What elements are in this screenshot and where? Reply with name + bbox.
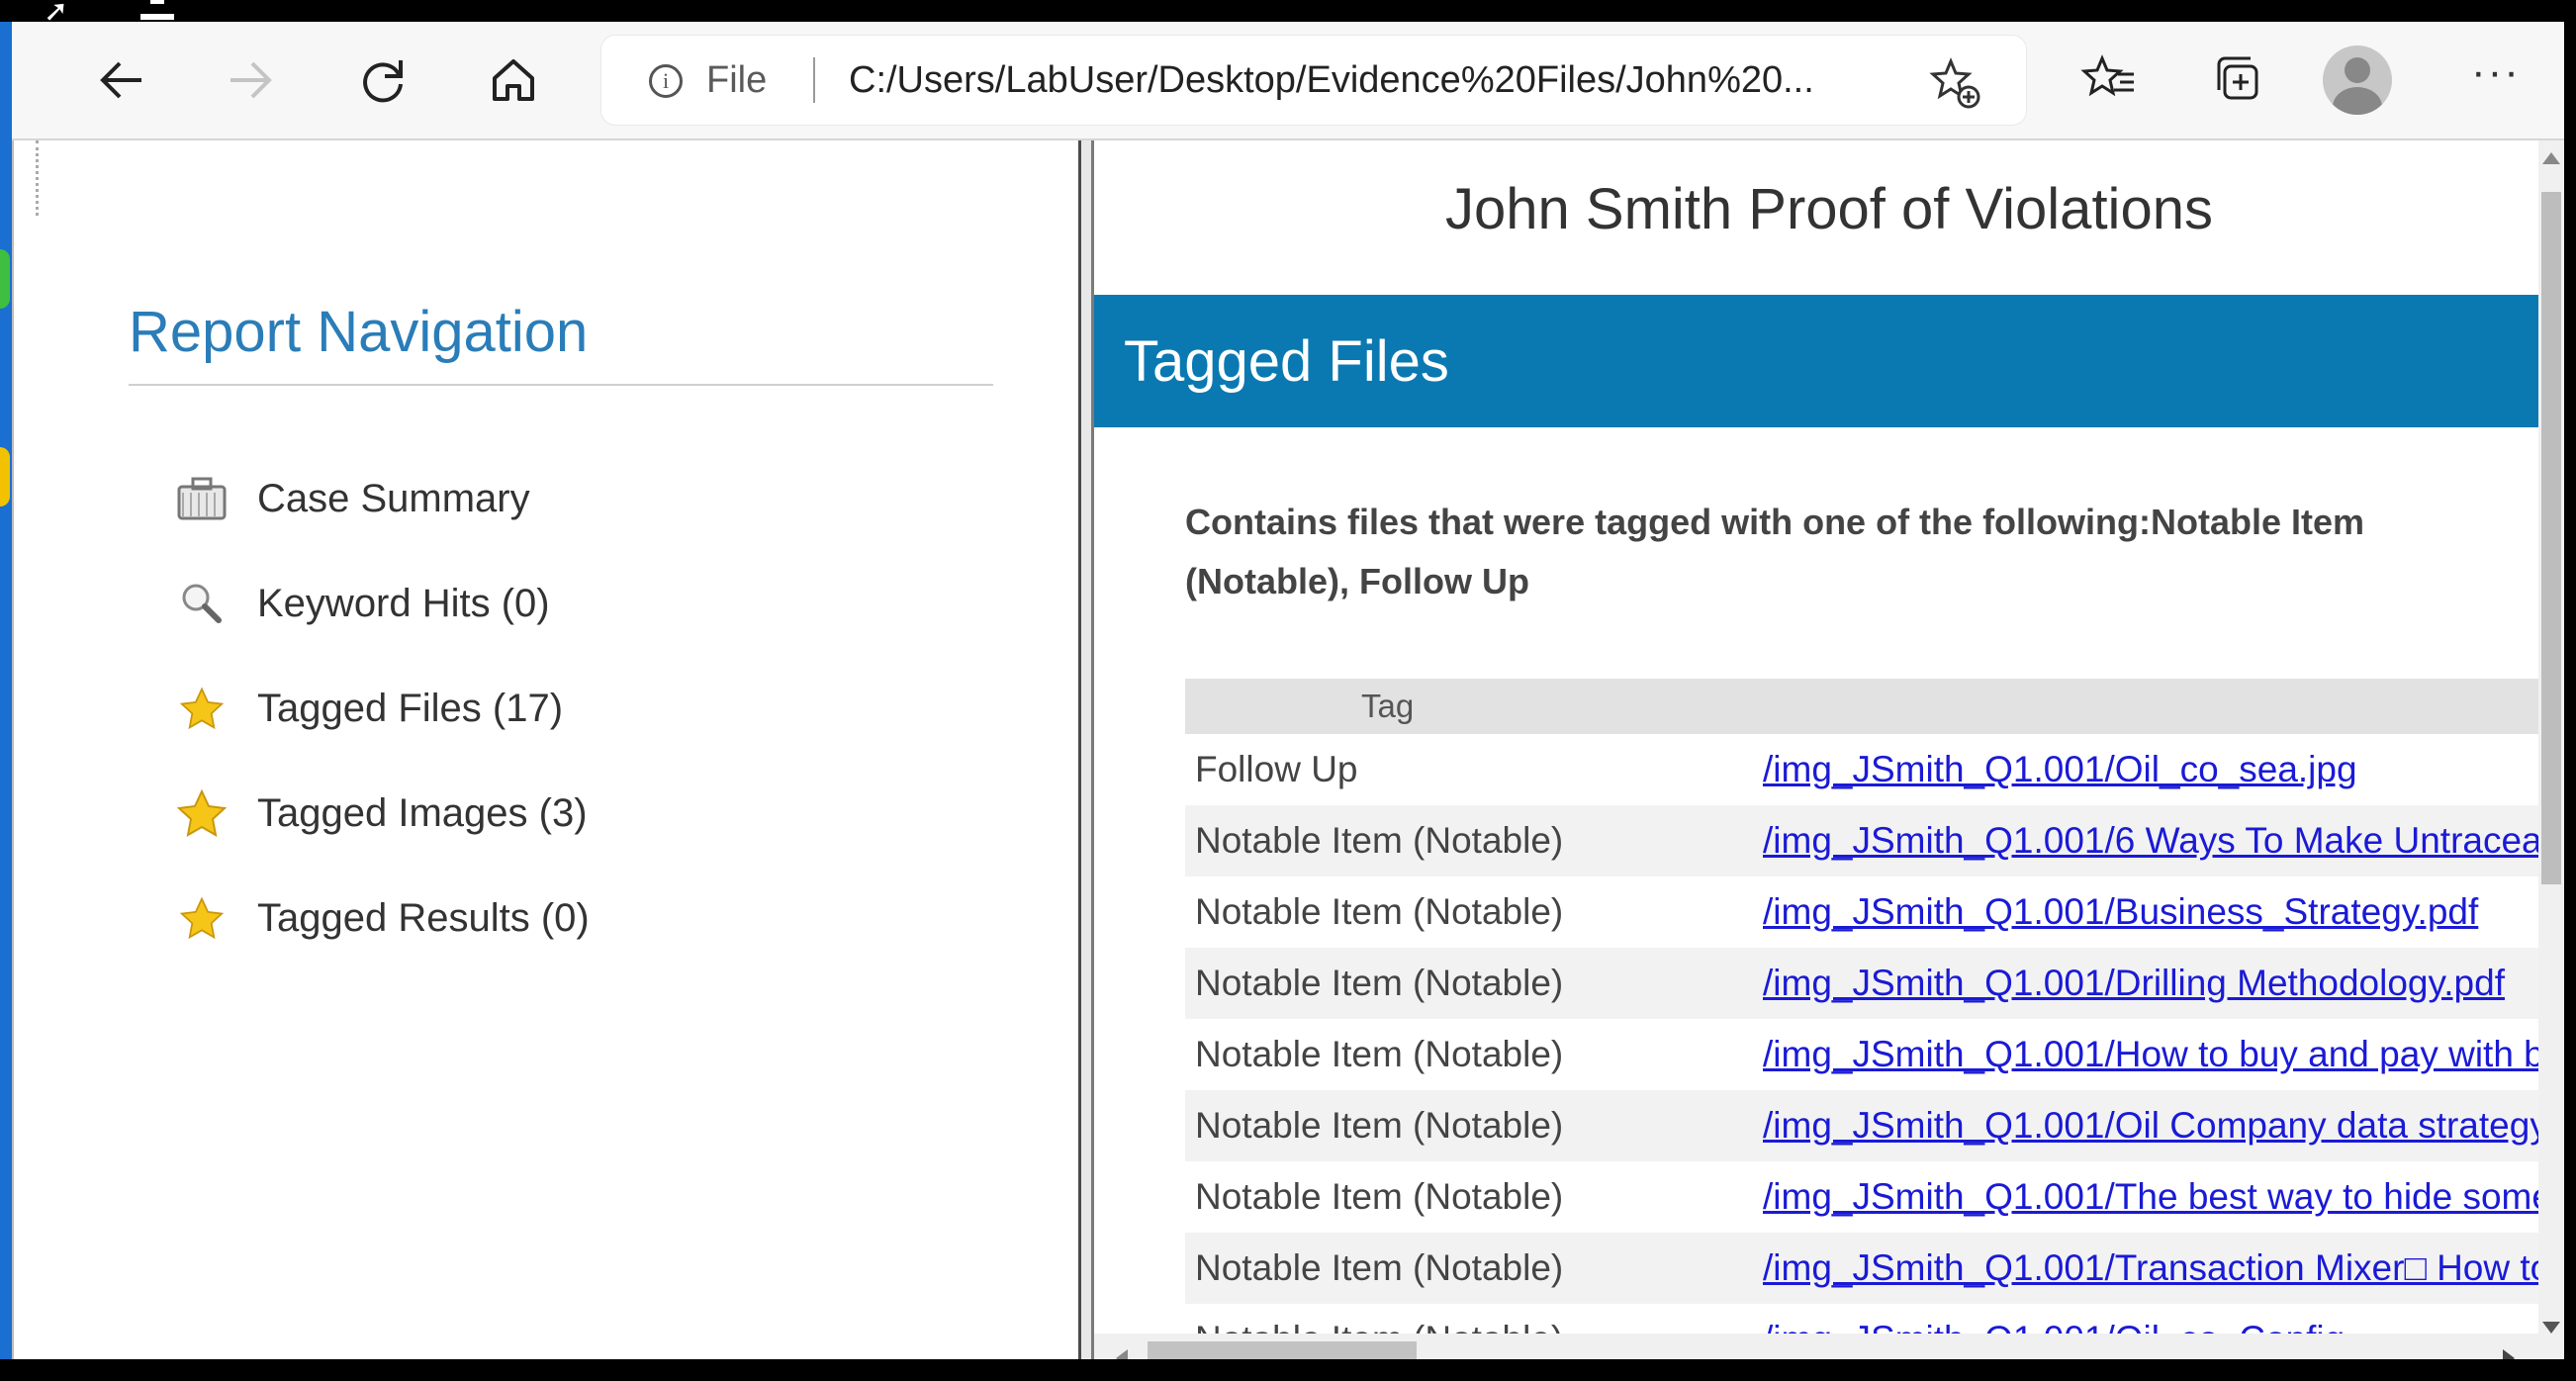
file-cell: /img_JSmith_Q1.001/Oil_co_sea.jpg [1753,734,2538,805]
table-row: Notable Item (Notable) /img_JSmith_Q1.00… [1185,1019,2538,1090]
tag-cell: Notable Item (Notable) [1185,805,1753,876]
file-cell: /img_JSmith_Q1.001/How to buy and pay wi… [1753,1019,2538,1090]
desktop-left-strip [0,22,12,1381]
vertical-scrollbar[interactable] [2538,140,2564,1381]
browser-window: i File C:/Users/LabUser/Desktop/Evidence… [12,22,2564,1381]
nav-item-label: Case Summary [257,476,530,520]
back-button[interactable] [77,36,166,125]
info-icon[interactable]: i [649,64,683,98]
address-separator [813,57,815,103]
scroll-down-icon[interactable] [2542,1322,2560,1334]
table-row: Notable Item (Notable) /img_JSmith_Q1.00… [1185,876,2538,948]
file-link[interactable]: /img_JSmith_Q1.001/6 Ways To Make Untrac… [1763,820,2538,861]
star-icon [172,679,231,738]
refresh-button[interactable] [338,36,427,125]
collections-icon [2217,56,2258,100]
nav-divider [129,384,993,386]
file-cell: /img_JSmith_Q1.001/Drilling Methodology.… [1753,948,2538,1019]
table-row: Notable Item (Notable) /img_JSmith_Q1.00… [1185,1161,2538,1233]
scroll-up-icon[interactable] [2542,152,2560,164]
profile-avatar[interactable] [2323,46,2392,115]
frame-edge-grip [14,140,39,216]
nav-item-tagged-files[interactable]: Tagged Files (17) [172,679,563,738]
home-icon [493,59,534,101]
file-link[interactable]: /img_JSmith_Q1.001/Oil Company data stra… [1763,1105,2538,1146]
back-arrow-icon [100,61,141,99]
url-text[interactable]: C:/Users/LabUser/Desktop/Evidence%20File… [849,59,1814,102]
table-row: Notable Item (Notable) /img_JSmith_Q1.00… [1185,805,2538,876]
file-column-header [1753,679,2538,734]
file-cell: /img_JSmith_Q1.001/6 Ways To Make Untrac… [1753,805,2538,876]
more-icon: ··· [2471,47,2521,96]
star-icon [172,783,231,843]
tag-cell: Follow Up [1195,749,1358,789]
tag-cell: Notable Item (Notable) [1195,1176,1564,1217]
file-link[interactable]: /img_JSmith_Q1.001/Drilling Methodology.… [1763,963,2505,1003]
table-row: Follow Up /img_JSmith_Q1.001/Oil_co_sea.… [1185,734,2538,805]
collections-button[interactable] [2194,36,2283,125]
browser-toolbar: i File C:/Users/LabUser/Desktop/Evidence… [12,22,2564,140]
file-cell: /img_JSmith_Q1.001/Oil Company data stra… [1753,1090,2538,1161]
desktop-green-icon [0,249,10,309]
nav-item-label: Keyword Hits (0) [257,581,550,625]
favorites-button[interactable] [2066,36,2155,125]
favorites-list-icon [2080,54,2134,97]
table-row: Notable Item (Notable) /img_JSmith_Q1.00… [1185,948,2538,1019]
star-plus-icon [1929,57,1980,109]
nav-item-case-summary[interactable]: Case Summary [172,469,530,528]
forward-arrow-icon [230,61,272,99]
nav-item-label: Tagged Files (17) [257,686,564,730]
file-link[interactable]: /img_JSmith_Q1.001/How to buy and pay wi… [1763,1034,2538,1074]
file-link[interactable]: /img_JSmith_Q1.001/The best way to hide … [1763,1176,2538,1217]
nav-item-tagged-results[interactable]: Tagged Results (0) [172,888,590,948]
tag-column-header[interactable]: Tag [1185,679,1753,734]
report-frame: John Smith Proof of Violations Tagged Fi… [1094,140,2564,1381]
file-link[interactable]: /img_JSmith_Q1.001/Oil_co_sea.jpg [1763,749,2357,789]
nav-item-label: Tagged Results (0) [257,895,590,940]
page-content: Report Navigation Case Summary Keyword H… [12,140,2564,1381]
file-cell: /img_JSmith_Q1.001/Business_Strategy.pdf [1753,876,2538,948]
address-bar[interactable]: i File C:/Users/LabUser/Desktop/Evidence… [601,36,2026,125]
file-link[interactable]: /img_JSmith_Q1.001/Business_Strategy.pdf [1763,891,2478,932]
vertical-scroll-thumb[interactable] [2541,192,2561,884]
desktop-top-strip: ➚ [0,0,2576,29]
navigation-frame: Report Navigation Case Summary Keyword H… [12,140,1078,1381]
tagged-files-table: Tag Follow Up /img_JSmith_Q1.001/Oil_co_… [1185,679,2538,1375]
home-button[interactable] [469,36,558,125]
refresh-icon [363,60,403,103]
briefcase-icon [172,469,231,528]
tag-cell: Notable Item (Notable) [1185,948,1753,1019]
tag-cell: Notable Item (Notable) [1195,891,1564,932]
file-cell: /img_JSmith_Q1.001/The best way to hide … [1753,1161,2538,1233]
nav-title: Report Navigation [129,300,589,364]
nav-item-label: Tagged Images (3) [257,790,588,835]
desktop-yellow-icon [0,447,10,506]
taskbar-app-icon [140,0,174,20]
site-info-label[interactable]: File [706,59,767,102]
page-title: John Smith Proof of Violations [1445,177,2213,241]
star-icon [172,888,231,948]
table-row: Notable Item (Notable) /img_JSmith_Q1.00… [1185,1233,2538,1304]
table-row: Notable Item (Notable) /img_JSmith_Q1.00… [1185,1090,2538,1161]
section-title: Tagged Files [1124,329,1449,394]
frame-divider[interactable] [1078,140,1094,1381]
tag-cell: Notable Item (Notable) [1185,1233,1753,1304]
forward-button[interactable] [206,36,295,125]
nav-item-tagged-images[interactable]: Tagged Images (3) [172,783,588,843]
file-cell: /img_JSmith_Q1.001/Transaction Mixer□ Ho… [1753,1233,2538,1304]
section-description: Contains files that were tagged with one… [1185,502,2365,601]
more-button[interactable]: ··· [2471,50,2521,94]
section-header: Tagged Files [1094,295,2538,427]
desktop-bottom-strip [0,1359,2576,1381]
tag-cell: Notable Item (Notable) [1195,1034,1564,1074]
add-favorite-button[interactable] [1927,55,1982,116]
desktop-right-strip [2564,0,2576,1381]
file-link[interactable]: /img_JSmith_Q1.001/Transaction Mixer□ Ho… [1763,1247,2538,1288]
magnifier-icon [172,574,231,633]
tag-cell: Notable Item (Notable) [1185,1090,1753,1161]
table-header-row: Tag [1185,679,2538,734]
nav-item-keyword-hits[interactable]: Keyword Hits (0) [172,574,550,633]
